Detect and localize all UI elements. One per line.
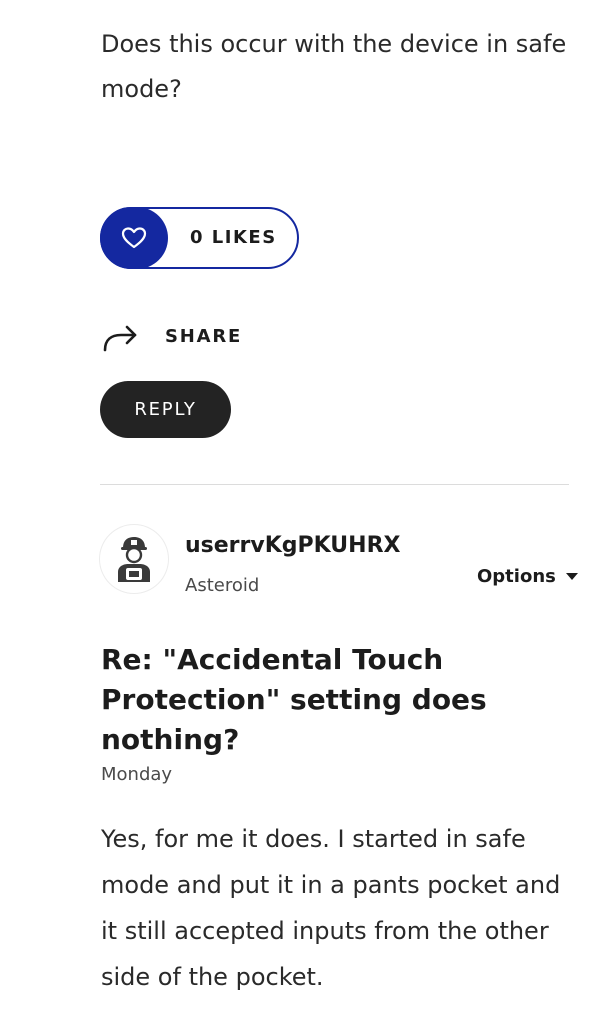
post-date: Monday <box>101 764 173 785</box>
post-divider <box>100 484 569 485</box>
share-arrow-icon <box>103 325 137 352</box>
like-icon-circle[interactable] <box>100 207 168 269</box>
user-avatar-icon <box>118 537 150 582</box>
like-count: 0 LIKES <box>190 227 277 248</box>
community-thread-page: Does this occur with the device in safe … <box>0 0 602 1024</box>
post-title: Re: "Accidental Touch Protection" settin… <box>101 643 487 756</box>
user-avatar[interactable] <box>100 525 168 593</box>
heart-icon <box>121 227 147 249</box>
share-button[interactable]: SHARE <box>101 316 242 356</box>
previous-post-body: Does this occur with the device in safe … <box>101 30 567 103</box>
reply-button[interactable]: REPLY <box>100 381 231 438</box>
options-label: Options <box>477 566 556 587</box>
options-menu-button[interactable]: Options <box>477 566 578 587</box>
author-username[interactable]: userrvKgPKUHRX <box>185 533 400 558</box>
author-rank: Asteroid <box>185 575 260 596</box>
post-body: Yes, for me it does. I started in safe m… <box>101 825 561 991</box>
share-label: SHARE <box>165 325 243 347</box>
like-button[interactable]: 0 LIKES <box>100 207 299 269</box>
caret-down-icon <box>565 573 578 580</box>
